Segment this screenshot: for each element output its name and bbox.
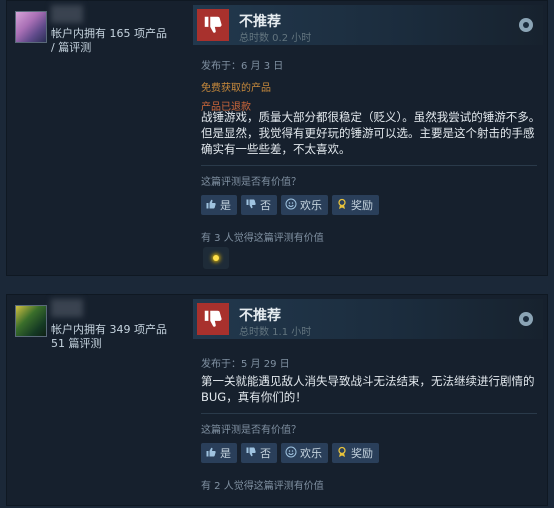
vote-header[interactable]: 不推荐 总时数 1.1 小时: [193, 299, 543, 339]
review-text: 战锤游戏，质量大部分都很稳定（贬义）。虽然我尝试的锤游不多。但是显然，我觉得有更…: [201, 110, 541, 156]
award-icon: [336, 446, 348, 461]
reviews-count[interactable]: / 篇评测: [51, 41, 91, 55]
vote-yes-button[interactable]: 是: [201, 443, 237, 463]
review-card: 帐户内拥有 349 项产品 51 篇评测 不推荐 总时数 1.1 小时 发布于：…: [6, 294, 548, 506]
smiley-icon: [285, 446, 297, 461]
review-list: 帐户内拥有 165 项产品 / 篇评测 不推荐 总时数 0.2 小时 发布于：6…: [0, 0, 554, 508]
avatar[interactable]: [15, 11, 47, 43]
posted-date: 发布于：6 月 3 日: [201, 61, 284, 72]
thumbs-up-icon: [205, 446, 217, 461]
hours-played: 总时数 0.2 小时: [239, 33, 312, 44]
review-text: 第一关就能遇见敌人消失导致战斗无法结束，无法继续进行剧情的BUG，真有你们的！: [201, 374, 535, 404]
thumbs-down-icon: [245, 446, 257, 461]
helpful-count: 有 2 人觉得这篇评测有价值: [201, 481, 324, 492]
products-owned[interactable]: 帐户内拥有 165 项产品: [51, 27, 167, 41]
helpful-question: 这篇评测是否有价值？: [201, 177, 301, 188]
review-card: 帐户内拥有 165 项产品 / 篇评测 不推荐 总时数 0.2 小时 发布于：6…: [6, 0, 548, 276]
vote-funny-label: 欢乐: [300, 447, 322, 460]
divider: [201, 413, 537, 414]
reviewer-name-blurred[interactable]: [51, 299, 83, 317]
reviewer-name-blurred[interactable]: [51, 5, 83, 23]
products-owned[interactable]: 帐户内拥有 349 项产品: [51, 323, 167, 337]
vote-yes-label: 是: [220, 199, 231, 212]
reviewer-panel: 帐户内拥有 165 项产品 / 篇评测: [7, 1, 187, 275]
thumbs-up-icon: [205, 198, 217, 213]
posted-date: 发布于：5 月 29 日: [201, 359, 290, 370]
avatar[interactable]: [15, 305, 47, 337]
hours-played: 总时数 1.1 小时: [239, 327, 312, 338]
vote-no-button[interactable]: 否: [241, 195, 277, 215]
thumbs-down-icon: [197, 9, 229, 41]
review-content: 不推荐 总时数 1.1 小时 发布于：5 月 29 日 第一关就能遇见敌人消失导…: [193, 295, 543, 505]
award-label: 奖励: [351, 199, 373, 212]
vote-funny-button[interactable]: 欢乐: [281, 443, 328, 463]
vote-buttons: 是 否 欢乐 奖励: [201, 443, 379, 463]
received-award-badge[interactable]: [203, 247, 229, 269]
verdict-label: 不推荐: [239, 14, 281, 30]
reviewer-panel: 帐户内拥有 349 项产品 51 篇评测: [7, 295, 187, 505]
award-icon: [336, 198, 348, 213]
reviews-count[interactable]: 51 篇评测: [51, 337, 102, 351]
award-button[interactable]: 奖励: [332, 443, 379, 463]
steam-icon: [519, 312, 533, 326]
steam-icon: [519, 18, 533, 32]
award-button[interactable]: 奖励: [332, 195, 379, 215]
review-content: 不推荐 总时数 0.2 小时 发布于：6 月 3 日 免费获取的产品 产品已退款…: [193, 1, 543, 275]
vote-yes-label: 是: [220, 447, 231, 460]
vote-yes-button[interactable]: 是: [201, 195, 237, 215]
vote-funny-button[interactable]: 欢乐: [281, 195, 328, 215]
vote-buttons: 是 否 欢乐 奖励: [201, 195, 379, 215]
vote-header[interactable]: 不推荐 总时数 0.2 小时: [193, 5, 543, 45]
thumbs-down-icon: [245, 198, 257, 213]
vote-no-label: 否: [260, 199, 271, 212]
thumbs-down-icon: [197, 303, 229, 335]
vote-no-button[interactable]: 否: [241, 443, 277, 463]
verdict-label: 不推荐: [239, 308, 281, 324]
award-badge-icon: [213, 255, 219, 261]
free-product-label: 免费获取的产品: [201, 83, 271, 94]
vote-no-label: 否: [260, 447, 271, 460]
award-label: 奖励: [351, 447, 373, 460]
vote-funny-label: 欢乐: [300, 199, 322, 212]
helpful-count: 有 3 人觉得这篇评测有价值: [201, 233, 324, 244]
divider: [201, 165, 537, 166]
smiley-icon: [285, 198, 297, 213]
helpful-question: 这篇评测是否有价值？: [201, 425, 301, 436]
